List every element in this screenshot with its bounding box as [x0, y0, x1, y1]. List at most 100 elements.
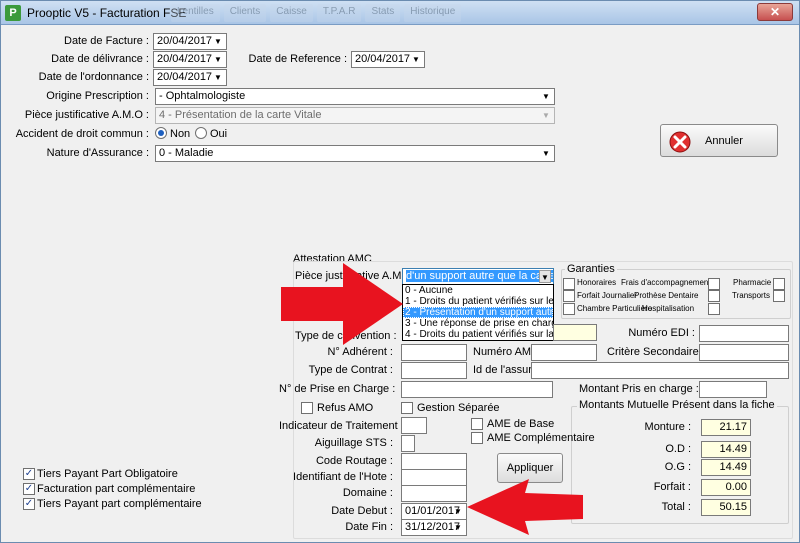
- aiguillage-label: Aiguillage STS :: [314, 437, 393, 449]
- chevron-down-icon: ▼: [542, 111, 550, 120]
- og-label: O.G :: [664, 461, 691, 473]
- prise-charge-field[interactable]: [401, 381, 553, 398]
- piece-amo-label: Pièce justificative A.M.O :: [24, 109, 149, 121]
- prise-charge-label: N° de Prise en Charge :: [279, 383, 396, 395]
- indicateur-field[interactable]: [401, 417, 427, 434]
- prothese-dentaire-label: Prothèse Dentaire: [634, 291, 699, 300]
- transports-label: Transports: [732, 291, 770, 300]
- montant-pris-field[interactable]: [699, 381, 767, 398]
- piece-amc-select[interactable]: d'un support autre que la carte Vitale ▼: [402, 268, 554, 285]
- pharmacie-checkbox[interactable]: [773, 278, 785, 290]
- total-label: Total :: [661, 501, 691, 513]
- og-field[interactable]: 14.49: [701, 459, 751, 476]
- dropdown-option[interactable]: 3 - Une réponse de prise en charge justi…: [403, 318, 553, 329]
- frais-accompagnement-checkbox[interactable]: [708, 278, 720, 290]
- adherent-field[interactable]: [401, 344, 467, 361]
- dropdown-option[interactable]: 1 - Droits du patient vérifiés sur le se…: [403, 296, 553, 307]
- forfait-journalier-checkbox[interactable]: [563, 290, 575, 302]
- tiers-obligatoire-checkbox[interactable]: ✓: [23, 468, 35, 480]
- type-convention-field[interactable]: [553, 324, 597, 341]
- honoraires-checkbox[interactable]: [563, 278, 575, 290]
- app-icon: P: [5, 5, 21, 21]
- dropdown-option[interactable]: 4 - Droits du patient vérifiés sur la ca…: [403, 329, 553, 340]
- prothese-dentaire-checkbox[interactable]: [708, 290, 720, 302]
- forfait-field[interactable]: 0.00: [701, 479, 751, 496]
- piece-amo-select: 4 - Présentation de la carte Vitale ▼: [155, 107, 555, 124]
- title-bar: P Prooptic V5 - Facturation FSE Lentille…: [1, 1, 799, 25]
- chambre-particuliere-checkbox[interactable]: [563, 303, 575, 315]
- refus-amo-label: Refus AMO: [317, 402, 374, 414]
- tiers-obligatoire-label: Tiers Payant Part Obligatoire: [37, 468, 178, 480]
- date-facture-field[interactable]: 20/04/2017 ▼: [153, 33, 227, 50]
- date-debut-field[interactable]: 01/01/2017 ▼: [401, 503, 467, 520]
- chevron-down-icon: ▼: [542, 149, 550, 158]
- piece-amc-value: d'un support autre que la carte Vitale: [406, 270, 553, 282]
- chevron-down-icon: ▼: [214, 55, 222, 64]
- date-fin-field[interactable]: 31/12/2017 ▼: [401, 519, 467, 536]
- ame-comp-checkbox[interactable]: [471, 432, 483, 444]
- total-field[interactable]: 50.15: [701, 499, 751, 516]
- numero-edi-field[interactable]: [699, 325, 789, 342]
- facturation-complementaire-label: Facturation part complémentaire: [37, 483, 196, 495]
- hospitalisation-checkbox[interactable]: [708, 303, 720, 315]
- accident-non-radio[interactable]: [155, 127, 167, 139]
- indicateur-label: Indicateur de Traitement :: [279, 420, 404, 432]
- numero-amc-field[interactable]: [531, 344, 597, 361]
- domaine-field[interactable]: [401, 485, 467, 502]
- date-delivrance-label: Date de délivrance :: [51, 53, 149, 65]
- id-assure-field[interactable]: [531, 362, 789, 379]
- forfait-label: Forfait :: [653, 481, 691, 493]
- dropdown-option-selected[interactable]: 2 - Présentation d'un support autre que …: [403, 307, 553, 318]
- accident-oui-label: Oui: [210, 128, 228, 140]
- accident-label: Accident de droit commun :: [15, 128, 149, 140]
- monture-field[interactable]: 21.17: [701, 419, 751, 436]
- aiguillage-field[interactable]: [401, 435, 415, 452]
- forfait-journalier-label: Forfait Journalier: [577, 291, 638, 300]
- transports-checkbox[interactable]: [773, 290, 785, 302]
- date-delivrance-field[interactable]: 20/04/2017 ▼: [153, 51, 227, 68]
- code-routage-field[interactable]: [401, 453, 467, 470]
- annuler-button[interactable]: Annuler: [660, 124, 778, 157]
- bg-tab: Clients: [223, 4, 267, 22]
- accident-oui-radio[interactable]: [195, 127, 207, 139]
- annuler-label: Annuler: [705, 135, 743, 147]
- date-fin-label: Date Fin :: [345, 521, 393, 533]
- id-hote-field[interactable]: [401, 469, 467, 486]
- date-ordonnance-value: 20/04/2017: [157, 71, 213, 83]
- appliquer-button[interactable]: Appliquer: [497, 453, 563, 483]
- od-label: O.D :: [665, 443, 691, 455]
- refus-amo-checkbox[interactable]: [301, 402, 313, 414]
- bg-tab: Lentilles: [171, 4, 220, 22]
- hospitalisation-label: Hospitalisation: [642, 304, 695, 313]
- date-reference-field[interactable]: 20/04/2017 ▼: [351, 51, 425, 68]
- ame-base-label: AME de Base: [487, 418, 555, 430]
- bg-tab: Stats: [365, 4, 401, 22]
- tiers-complementaire-checkbox[interactable]: ✓: [23, 498, 35, 510]
- piece-amc-label: Pièce justificative A.M.C :: [295, 270, 419, 282]
- date-ordonnance-field[interactable]: 20/04/2017 ▼: [153, 69, 227, 86]
- gestion-separee-label: Gestion Séparée: [417, 402, 500, 414]
- bg-tab: Caisse: [270, 4, 313, 22]
- critere-field[interactable]: [699, 344, 789, 361]
- close-button[interactable]: ✕: [757, 3, 793, 21]
- origine-label: Origine Prescription :: [46, 90, 149, 102]
- piece-amo-value: 4 - Présentation de la carte Vitale: [159, 109, 322, 121]
- type-contrat-label: Type de Contrat :: [308, 364, 393, 376]
- montants-title: Montants Mutuelle Présent dans la fiche: [577, 399, 777, 411]
- nature-select[interactable]: 0 - Maladie ▼: [155, 145, 555, 162]
- facturation-complementaire-checkbox[interactable]: ✓: [23, 483, 35, 495]
- background-taskbar: Lentilles Clients Caisse T.P.A.R Stats H…: [171, 4, 462, 22]
- cancel-icon: [669, 131, 691, 153]
- origine-value: - Ophtalmologiste: [159, 90, 246, 102]
- dropdown-option[interactable]: 0 - Aucune: [403, 285, 553, 296]
- critere-label: Critère Secondaire :: [607, 346, 705, 358]
- type-contrat-field[interactable]: [401, 362, 467, 379]
- od-field[interactable]: 14.49: [701, 441, 751, 458]
- origine-select[interactable]: - Ophtalmologiste ▼: [155, 88, 555, 105]
- chevron-down-icon: ▼: [454, 507, 462, 516]
- date-reference-value: 20/04/2017: [355, 53, 411, 65]
- chevron-down-icon: ▼: [214, 73, 222, 82]
- ame-base-checkbox[interactable]: [471, 418, 483, 430]
- gestion-separee-checkbox[interactable]: [401, 402, 413, 414]
- garanties-title: Garanties: [565, 263, 617, 275]
